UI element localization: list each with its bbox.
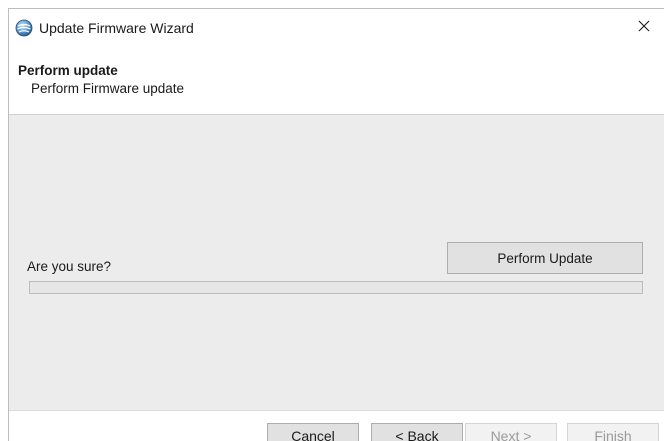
close-icon — [638, 19, 650, 37]
back-button[interactable]: < Back — [371, 423, 463, 441]
finish-button[interactable]: Finish — [567, 423, 659, 441]
wizard-window: Update Firmware Wizard Perform update Pe… — [8, 8, 664, 441]
perform-update-button[interactable]: Perform Update — [447, 242, 643, 274]
confirm-prompt: Are you sure? — [27, 259, 112, 274]
wizard-footer: Cancel < Back Next > Finish — [9, 410, 664, 441]
app-icon — [15, 19, 33, 37]
window-title: Update Firmware Wizard — [39, 20, 194, 36]
update-progress-bar — [29, 281, 643, 294]
title-bar: Update Firmware Wizard — [9, 9, 664, 47]
page-title: Perform update — [18, 63, 118, 78]
wizard-content: Are you sure? Perform Update — [9, 115, 664, 410]
page-subtitle: Perform Firmware update — [31, 81, 185, 96]
next-button[interactable]: Next > — [465, 423, 557, 441]
close-button[interactable] — [624, 9, 664, 47]
wizard-header: Perform update Perform Firmware update — [9, 47, 664, 115]
cancel-button[interactable]: Cancel — [267, 423, 359, 441]
